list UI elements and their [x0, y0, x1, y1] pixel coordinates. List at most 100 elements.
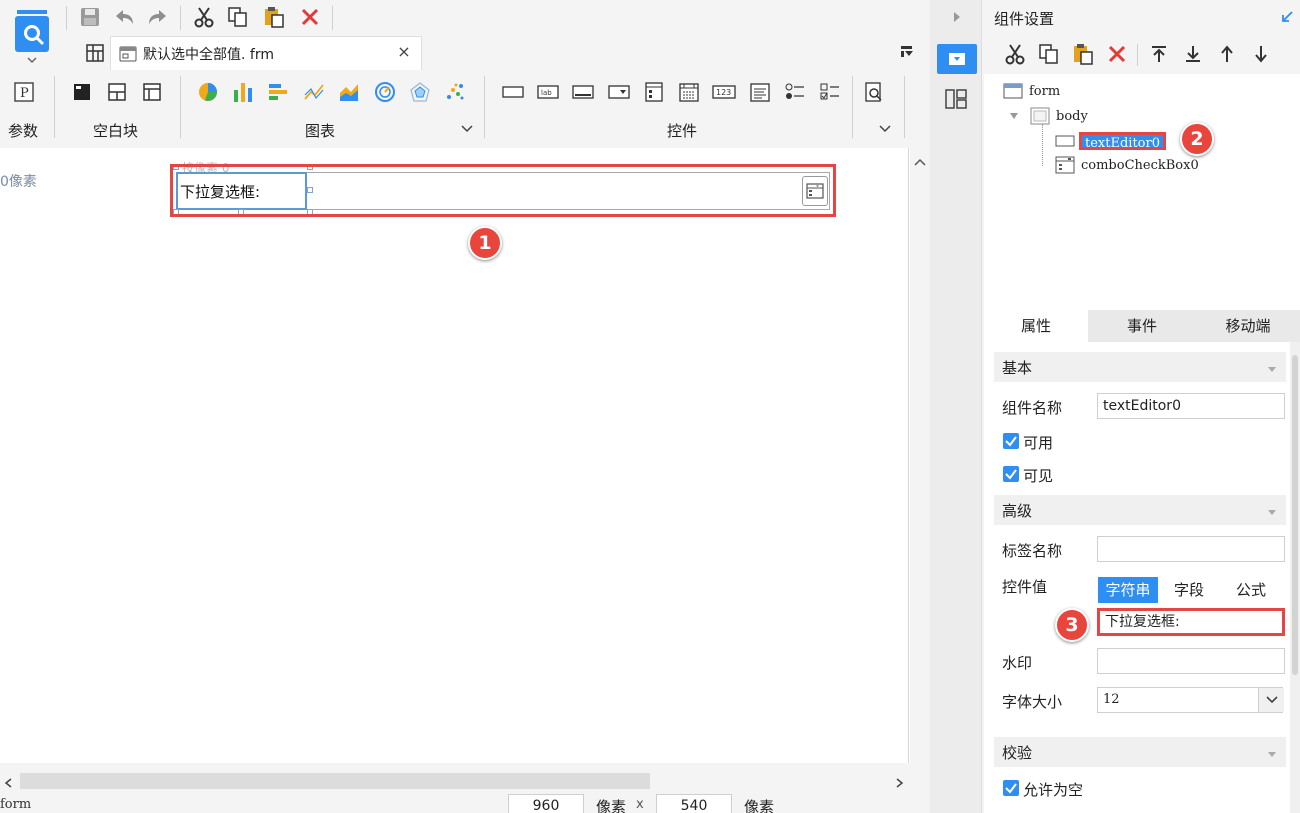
section-advanced-label: 高级: [1002, 502, 1033, 520]
label-widget-icon[interactable]: lab: [536, 80, 560, 104]
allow-empty-checkbox[interactable]: [1003, 780, 1019, 796]
tab-menu-icon[interactable]: [898, 42, 918, 62]
value-mode-field[interactable]: 字段: [1158, 577, 1220, 603]
cut-icon[interactable]: [192, 4, 216, 30]
chevron-down-icon[interactable]: [1266, 506, 1278, 518]
section-validation[interactable]: [994, 737, 1286, 767]
text-area-widget-icon[interactable]: [748, 80, 772, 104]
tab-properties[interactable]: 属性: [984, 310, 1088, 342]
blank-block-solid-icon[interactable]: [70, 80, 94, 104]
body-icon: [1030, 107, 1050, 125]
component-name-input[interactable]: textEditor0: [1097, 393, 1285, 419]
date-widget-icon[interactable]: [677, 80, 701, 104]
bar-chart-icon[interactable]: [231, 80, 255, 104]
search-widget-icon[interactable]: [862, 80, 886, 104]
section-basic[interactable]: [994, 352, 1286, 382]
ribbon-separator: [484, 76, 485, 138]
move-to-top-icon[interactable]: [1147, 42, 1171, 66]
file-tab[interactable]: 默认选中全部值. frm ×: [110, 36, 422, 70]
chevron-down-icon[interactable]: [460, 122, 474, 136]
section-basic-label: 基本: [1002, 359, 1033, 377]
radar-chart-icon[interactable]: [408, 80, 432, 104]
chevron-down-icon[interactable]: [1258, 688, 1284, 712]
move-to-bottom-icon[interactable]: [1181, 42, 1205, 66]
move-up-icon[interactable]: [1215, 42, 1239, 66]
section-advanced[interactable]: [994, 495, 1286, 525]
line-chart-icon[interactable]: [302, 80, 326, 104]
value-label: 控件值: [1002, 578, 1048, 596]
component-settings-tab-icon[interactable]: [937, 44, 977, 74]
template-grid-icon[interactable]: [82, 40, 108, 66]
toolbar-separator: [332, 6, 333, 30]
cut-icon[interactable]: [1003, 42, 1027, 66]
move-down-icon[interactable]: [1249, 42, 1273, 66]
dock-arrow-icon[interactable]: [1280, 10, 1294, 24]
enabled-checkbox[interactable]: [1003, 433, 1019, 449]
canvas-height-input[interactable]: 540: [656, 794, 732, 813]
paste-icon[interactable]: [262, 4, 286, 30]
tree-node-text-editor[interactable]: textEditor0: [1055, 131, 1166, 151]
blank-block-split-icon[interactable]: [105, 80, 129, 104]
tree-node-body[interactable]: body: [1008, 106, 1088, 126]
svg-text:lab: lab: [541, 89, 552, 97]
value-mode-formula[interactable]: 公式: [1220, 577, 1282, 603]
tree-connector: [1042, 124, 1043, 166]
tab-events[interactable]: 事件: [1088, 310, 1196, 342]
checkbox-group-widget-icon[interactable]: [818, 80, 842, 104]
font-size-label: 字体大小: [1002, 693, 1063, 711]
delete-icon[interactable]: [1105, 42, 1129, 66]
horizontal-bar-chart-icon[interactable]: [266, 80, 290, 104]
paste-icon[interactable]: [1071, 42, 1095, 66]
blank-block-grid-icon[interactable]: [140, 80, 164, 104]
properties-scroll-thumb[interactable]: [1292, 355, 1298, 675]
toolbar-separator: [180, 6, 181, 30]
tab-mobile[interactable]: 移动端: [1196, 310, 1300, 342]
expand-arrow-icon[interactable]: [1008, 110, 1020, 122]
tree-node-combo-checkbox[interactable]: comboCheckBox0: [1055, 155, 1199, 175]
button-widget-icon[interactable]: [571, 80, 595, 104]
redo-icon[interactable]: [146, 4, 170, 30]
control-value-input[interactable]: 下拉复选框:: [1097, 608, 1285, 636]
gauge-chart-icon[interactable]: [373, 80, 397, 104]
layout-panel-tab-icon[interactable]: [944, 88, 968, 110]
undo-icon[interactable]: [112, 4, 136, 30]
toolbar-separator: [66, 6, 67, 30]
close-tab-icon[interactable]: ×: [395, 43, 413, 61]
text-box-widget-icon[interactable]: [501, 80, 525, 104]
delete-icon[interactable]: [298, 4, 322, 30]
chevron-down-icon[interactable]: [878, 122, 892, 136]
dropdown-tree-widget-icon[interactable]: [642, 80, 666, 104]
pie-chart-icon[interactable]: [196, 80, 220, 104]
scroll-right-icon[interactable]: [892, 776, 906, 790]
save-icon[interactable]: [78, 4, 102, 30]
visible-checkbox[interactable]: [1003, 466, 1019, 482]
design-canvas[interactable]: [0, 148, 930, 813]
width-unit: 像素: [596, 798, 627, 813]
watermark-input[interactable]: [1097, 648, 1285, 674]
watermark-label: 水印: [1002, 654, 1033, 672]
collapse-arrow-icon[interactable]: [950, 10, 964, 24]
scroll-left-icon[interactable]: [2, 776, 16, 790]
parameter-icon[interactable]: P: [12, 80, 36, 104]
value-mode-string[interactable]: 字符串: [1098, 577, 1158, 603]
canvas-width-input[interactable]: 960: [508, 794, 584, 813]
scatter-chart-icon[interactable]: [443, 80, 467, 104]
ribbon-group-parameter: 参数: [8, 122, 39, 140]
font-size-select[interactable]: 12: [1097, 687, 1283, 713]
copy-icon[interactable]: [226, 4, 250, 30]
chevron-down-icon[interactable]: [1266, 748, 1278, 760]
ribbon-group-chart: 图表: [305, 122, 336, 140]
name-label: 组件名称: [1002, 399, 1063, 417]
chevron-down-icon[interactable]: [1266, 363, 1278, 375]
svg-text:P: P: [20, 86, 29, 101]
app-menu-icon[interactable]: [10, 6, 54, 64]
tree-node-form[interactable]: form: [1003, 81, 1060, 101]
form-icon: [1003, 83, 1023, 99]
dropdown-widget-icon[interactable]: [607, 80, 631, 104]
number-widget-icon[interactable]: 123: [712, 80, 736, 104]
tag-name-input[interactable]: [1097, 536, 1285, 562]
area-chart-icon[interactable]: [337, 80, 361, 104]
copy-icon[interactable]: [1037, 42, 1061, 66]
vertical-scrollbar[interactable]: [910, 148, 930, 763]
radio-group-widget-icon[interactable]: [783, 80, 807, 104]
